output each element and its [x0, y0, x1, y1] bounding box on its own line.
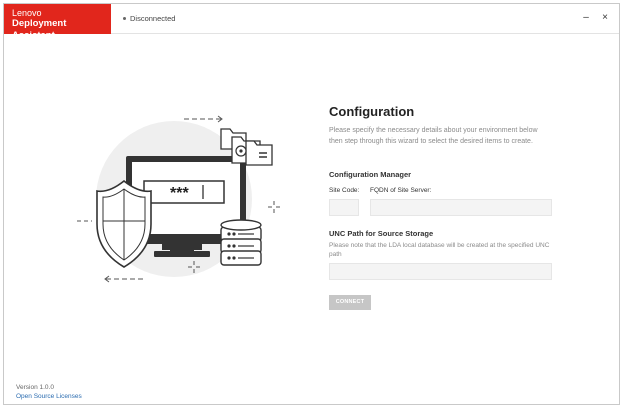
site-code-input[interactable]: [329, 199, 359, 216]
fqdn-label: FQDN of Site Server:: [370, 187, 432, 194]
open-source-licenses-link[interactable]: Open Source Licenses: [16, 392, 82, 401]
password-mask: ***: [170, 185, 189, 202]
page-description: Please specify the necessary details abo…: [329, 127, 538, 145]
site-code-label: Site Code:: [329, 187, 360, 194]
brand-logo: Lenovo Deployment Assistant: [4, 4, 111, 41]
close-button[interactable]: ×: [599, 12, 611, 23]
brand-company: Lenovo: [12, 8, 42, 18]
page-title: Configuration: [329, 104, 415, 119]
version-label: Version 1.0.0: [16, 384, 54, 391]
connection-status: Disconnected: [123, 14, 175, 23]
dashed-arrow-top-icon: [184, 115, 223, 123]
unc-path-heading: UNC Path for Source Storage: [329, 229, 434, 238]
app-window: Lenovo Deployment Assistant Disconnected…: [3, 3, 620, 405]
dashed-arrow-bottom-icon: [104, 275, 144, 283]
minimize-button[interactable]: –: [580, 12, 592, 23]
sparkle-icon: [268, 201, 280, 213]
connection-status-label: Disconnected: [130, 14, 176, 23]
connect-button[interactable]: CONNECT: [329, 295, 371, 310]
fqdn-input[interactable]: [370, 199, 552, 216]
config-manager-heading: Configuration Manager: [329, 170, 412, 179]
title-bar: Lenovo Deployment Assistant Disconnected…: [4, 4, 619, 41]
unc-path-input[interactable]: [329, 263, 552, 280]
status-dot-icon: [123, 17, 126, 20]
brand-product: Deployment Assistant: [12, 18, 67, 41]
configuration-illustration: ***: [77, 115, 280, 283]
unc-path-note: Please note that the LDA local database …: [329, 242, 550, 258]
footer: Version 1.0.0 Open Source Licenses: [16, 383, 82, 401]
